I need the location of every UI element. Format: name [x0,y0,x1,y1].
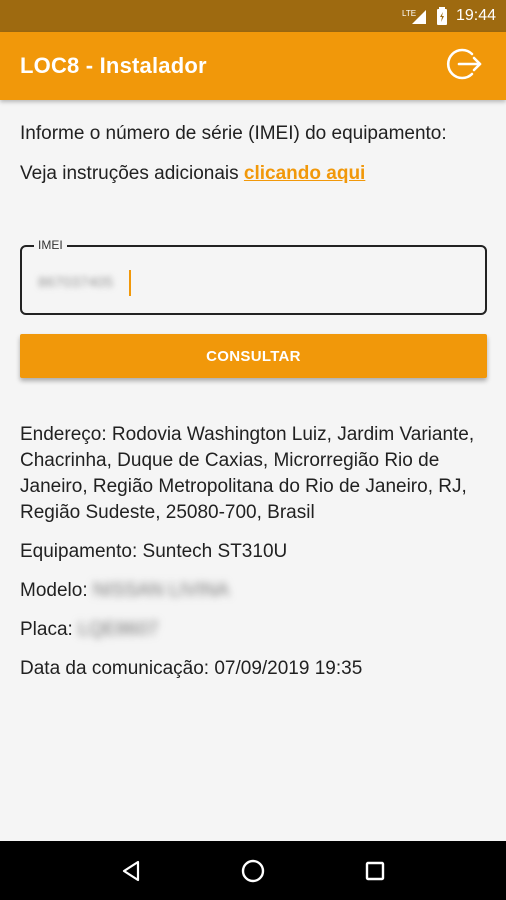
back-icon [122,860,140,881]
date-label: Data da comunicação: [20,658,210,679]
navigation-bar [0,841,506,900]
home-icon [241,859,265,882]
app-bar: LOC8 - Instalador [0,32,506,100]
back-button[interactable] [111,851,151,891]
instructions-link[interactable]: clicando aqui [244,163,365,184]
lte-signal-icon: LTE [402,7,428,25]
plate-value: LQE8607 [78,619,159,640]
address-label: Endereço: [20,424,107,445]
model-row: Modelo: NISSAN LIVINA [20,578,486,604]
date-value: 07/09/2019 19:35 [214,658,363,679]
consult-button[interactable]: CONSULTAR [20,334,487,378]
result-panel: Endereço: Rodovia Washington Luiz, Jardi… [20,422,486,695]
svg-text:LTE: LTE [402,9,416,18]
model-label: Modelo: [20,580,88,601]
instruction-text: Informe o número de série (IMEI) do equi… [20,123,447,144]
status-bar: LTE 19:44 [0,0,506,32]
date-row: Data da comunicação: 07/09/2019 19:35 [20,656,486,682]
app-title: LOC8 - Instalador [20,53,207,78]
imei-field[interactable]: IMEI [20,238,487,315]
home-button[interactable] [233,851,273,891]
extra-instructions-prefix: Veja instruções adicionais [20,163,244,184]
plate-row: Placa: LQE8607 [20,617,486,643]
address-row: Endereço: Rodovia Washington Luiz, Jardi… [20,422,486,526]
equipment-label: Equipamento: [20,541,138,562]
recents-button[interactable] [355,851,395,891]
imei-label: IMEI [34,238,67,252]
extra-instructions: Veja instruções adicionais clicando aqui [20,160,486,188]
equipment-row: Equipamento: Suntech ST310U [20,539,486,565]
equipment-value: Suntech ST310U [142,541,288,562]
imei-input[interactable] [38,269,458,295]
recents-icon [365,861,385,880]
logout-icon [445,45,483,88]
model-value: NISSAN LIVINA [92,580,230,601]
text-cursor [129,270,131,296]
battery-icon [436,7,448,25]
plate-label: Placa: [20,619,73,640]
logout-button[interactable] [442,44,486,88]
form-area: Informe o número de série (IMEI) do equi… [20,120,486,188]
status-time: 19:44 [455,7,496,24]
